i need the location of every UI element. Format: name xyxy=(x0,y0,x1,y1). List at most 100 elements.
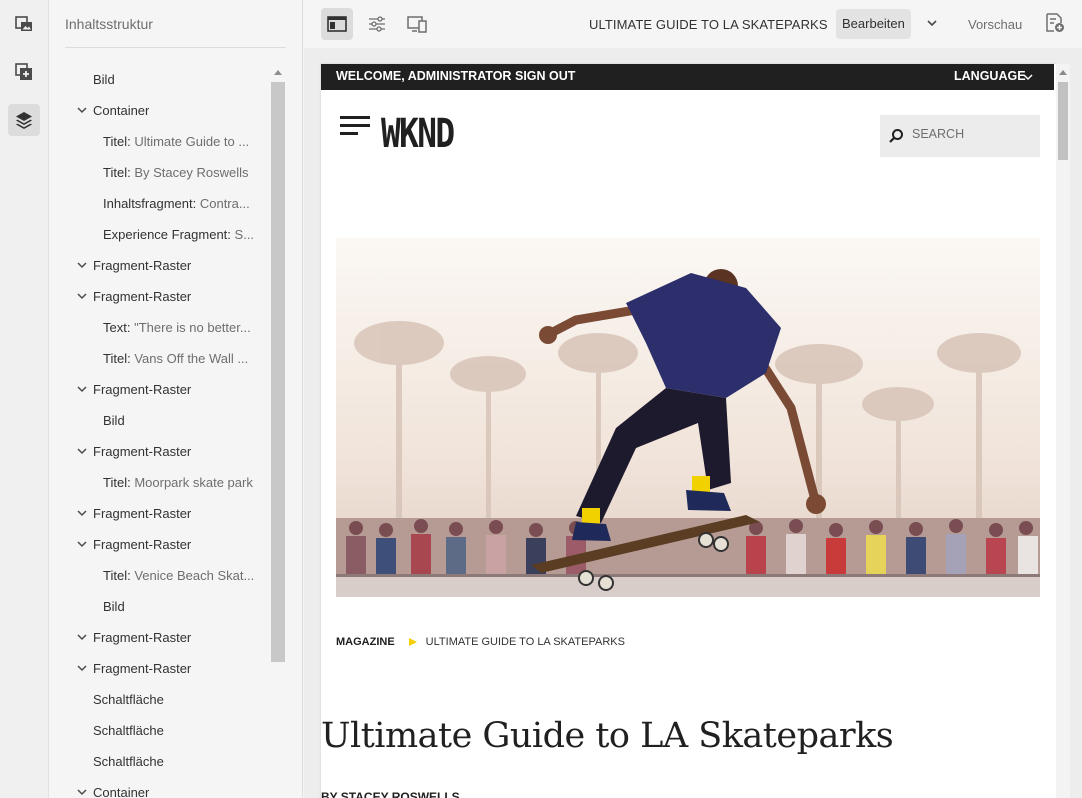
preview-button[interactable]: Vorschau xyxy=(968,17,1022,32)
tree-node-label: Fragment-Raster xyxy=(93,661,191,676)
site-top-bar: WELCOME, ADMINISTRATOR SIGN OUT LANGUAGE xyxy=(321,64,1054,90)
tree-node-label: Bild xyxy=(93,72,115,87)
tree-node-type: Fragment-Raster xyxy=(93,506,192,521)
tree-node-detail: S... xyxy=(234,227,255,242)
tree-node[interactable]: Schaltfläche xyxy=(49,746,271,777)
tree-node-type: Container xyxy=(93,785,150,798)
page-title: ULTIMATE GUIDE TO LA SKATEPARKS xyxy=(589,17,828,32)
chevron-down-icon[interactable] xyxy=(77,787,87,797)
side-panel-toggle-icon[interactable] xyxy=(321,8,353,40)
tree-node-detail: Vans Off the Wall ... xyxy=(134,351,249,366)
tree-node-type: Fragment-Raster xyxy=(93,661,192,676)
tree-node-type: Schaltfläche xyxy=(93,692,164,707)
chevron-down-icon[interactable] xyxy=(926,17,938,29)
tree-scrollbar-thumb[interactable] xyxy=(271,82,285,662)
components-icon[interactable] xyxy=(8,56,40,88)
tree-node[interactable]: Bild xyxy=(49,405,271,436)
chevron-down-icon[interactable] xyxy=(77,105,87,115)
breadcrumb-item-magazine[interactable]: MAGAZINE xyxy=(336,636,395,648)
tree-node[interactable]: Titel: By Stacey Roswells xyxy=(49,157,271,188)
tree-node-label: Inhaltsfragment: Contra... xyxy=(103,196,250,211)
page-information-icon[interactable] xyxy=(1044,12,1066,34)
edit-mode-button[interactable]: Bearbeiten xyxy=(836,9,911,39)
tree-node-type: Text: xyxy=(103,320,131,335)
tree-node-label: Titel: Moorpark skate park xyxy=(103,475,253,490)
tree-node[interactable]: Fragment-Raster xyxy=(49,498,271,529)
tree-node[interactable]: Fragment-Raster xyxy=(49,374,271,405)
tree-node-type: Fragment-Raster xyxy=(93,444,192,459)
search-icon xyxy=(889,129,903,143)
tree-node[interactable]: Titel: Ultimate Guide to ... xyxy=(49,126,271,157)
chevron-down-icon[interactable] xyxy=(77,446,87,456)
chevron-down-icon[interactable] xyxy=(77,291,87,301)
page-assets-icon[interactable] xyxy=(8,8,40,40)
article-title: Ultimate Guide to LA Skateparks xyxy=(321,716,894,756)
tree-node[interactable]: Fragment-Raster xyxy=(49,250,271,281)
tree-node[interactable]: Titel: Vans Off the Wall ... xyxy=(49,343,271,374)
site-search[interactable] xyxy=(880,115,1040,157)
side-rail xyxy=(0,0,49,798)
tree-node[interactable]: Container xyxy=(49,95,271,126)
divider xyxy=(65,47,286,48)
tree-node-type: Titel: xyxy=(103,351,131,366)
tree-node[interactable]: Text: "There is no better... xyxy=(49,312,271,343)
tree-node[interactable]: Bild xyxy=(49,64,271,95)
tree-node-detail: Ultimate Guide to ... xyxy=(134,134,250,149)
tree-node-detail: By Stacey Roswells xyxy=(134,165,249,180)
tree-node-label: Text: "There is no better... xyxy=(103,320,251,335)
preview-scrollbar[interactable] xyxy=(1056,64,1070,798)
tree-list: Bild Container Titel: Ultimate Guide to ..… xyxy=(49,64,271,798)
tree-node-label: Experience Fragment: S... xyxy=(103,227,254,242)
chevron-down-icon[interactable] xyxy=(77,663,87,673)
chevron-down-icon[interactable] xyxy=(77,384,87,394)
tree-node-type: Bild xyxy=(103,413,125,428)
content-tree-panel: Inhaltsstruktur Bild Container Titel: Ulti… xyxy=(49,0,303,798)
scroll-up-arrow-icon[interactable] xyxy=(274,70,282,75)
properties-icon[interactable] xyxy=(361,8,393,40)
chevron-down-icon[interactable] xyxy=(77,508,87,518)
scroll-up-arrow-icon[interactable] xyxy=(1059,70,1067,75)
tree-node[interactable]: Titel: Venice Beach Skat... xyxy=(49,560,271,591)
site-logo[interactable]: WKND xyxy=(381,111,455,157)
tree-node-label: Fragment-Raster xyxy=(93,258,191,273)
tree-node[interactable]: Titel: Moorpark skate park xyxy=(49,467,271,498)
menu-icon[interactable] xyxy=(340,116,370,138)
chevron-down-icon[interactable] xyxy=(1023,72,1033,82)
chevron-down-icon[interactable] xyxy=(77,632,87,642)
tree-node[interactable]: Fragment-Raster xyxy=(49,529,271,560)
tree-node-type: Container xyxy=(93,103,150,118)
tree-node[interactable]: Experience Fragment: S... xyxy=(49,219,271,250)
tree-node[interactable]: Schaltfläche xyxy=(49,715,271,746)
search-input[interactable] xyxy=(912,127,1032,141)
preview-scrollbar-thumb[interactable] xyxy=(1058,82,1068,160)
tree-node[interactable]: Fragment-Raster xyxy=(49,281,271,312)
tree-node-label: Titel: Vans Off the Wall ... xyxy=(103,351,248,366)
tree-node[interactable]: Fragment-Raster xyxy=(49,653,271,684)
tree-node-label: Container xyxy=(93,103,149,118)
tree-node[interactable]: Fragment-Raster xyxy=(49,436,271,467)
panel-title: Inhaltsstruktur xyxy=(65,16,153,32)
tree-node[interactable]: Container xyxy=(49,777,271,798)
tree-node-label: Schaltfläche xyxy=(93,754,164,769)
tree-node-type: Titel: xyxy=(103,165,131,180)
tree-node[interactable]: Schaltfläche xyxy=(49,684,271,715)
content-tree-icon[interactable] xyxy=(8,104,40,136)
tree-node-type: Schaltfläche xyxy=(93,723,164,738)
tree-node-detail: "There is no better... xyxy=(134,320,251,335)
chevron-down-icon[interactable] xyxy=(77,539,87,549)
tree-node-label: Fragment-Raster xyxy=(93,537,191,552)
page-preview-frame[interactable]: WELCOME, ADMINISTRATOR SIGN OUT LANGUAGE… xyxy=(321,64,1056,798)
welcome-text: WELCOME, ADMINISTRATOR xyxy=(336,69,512,83)
tree-node[interactable]: Fragment-Raster xyxy=(49,622,271,653)
tree-node[interactable]: Inhaltsfragment: Contra... xyxy=(49,188,271,219)
tree-node[interactable]: Bild xyxy=(49,591,271,622)
emulator-icon[interactable] xyxy=(401,8,433,40)
chevron-down-icon[interactable] xyxy=(77,260,87,270)
tree-node-label: Bild xyxy=(103,413,125,428)
tree-node-type: Titel: xyxy=(103,568,131,583)
tree-node-label: Schaltfläche xyxy=(93,692,164,707)
tree-node-type: Fragment-Raster xyxy=(93,630,192,645)
sign-out-link[interactable]: SIGN OUT xyxy=(515,69,575,83)
language-selector[interactable]: LANGUAGE xyxy=(954,69,1026,83)
tree-node-type: Experience Fragment: xyxy=(103,227,231,242)
